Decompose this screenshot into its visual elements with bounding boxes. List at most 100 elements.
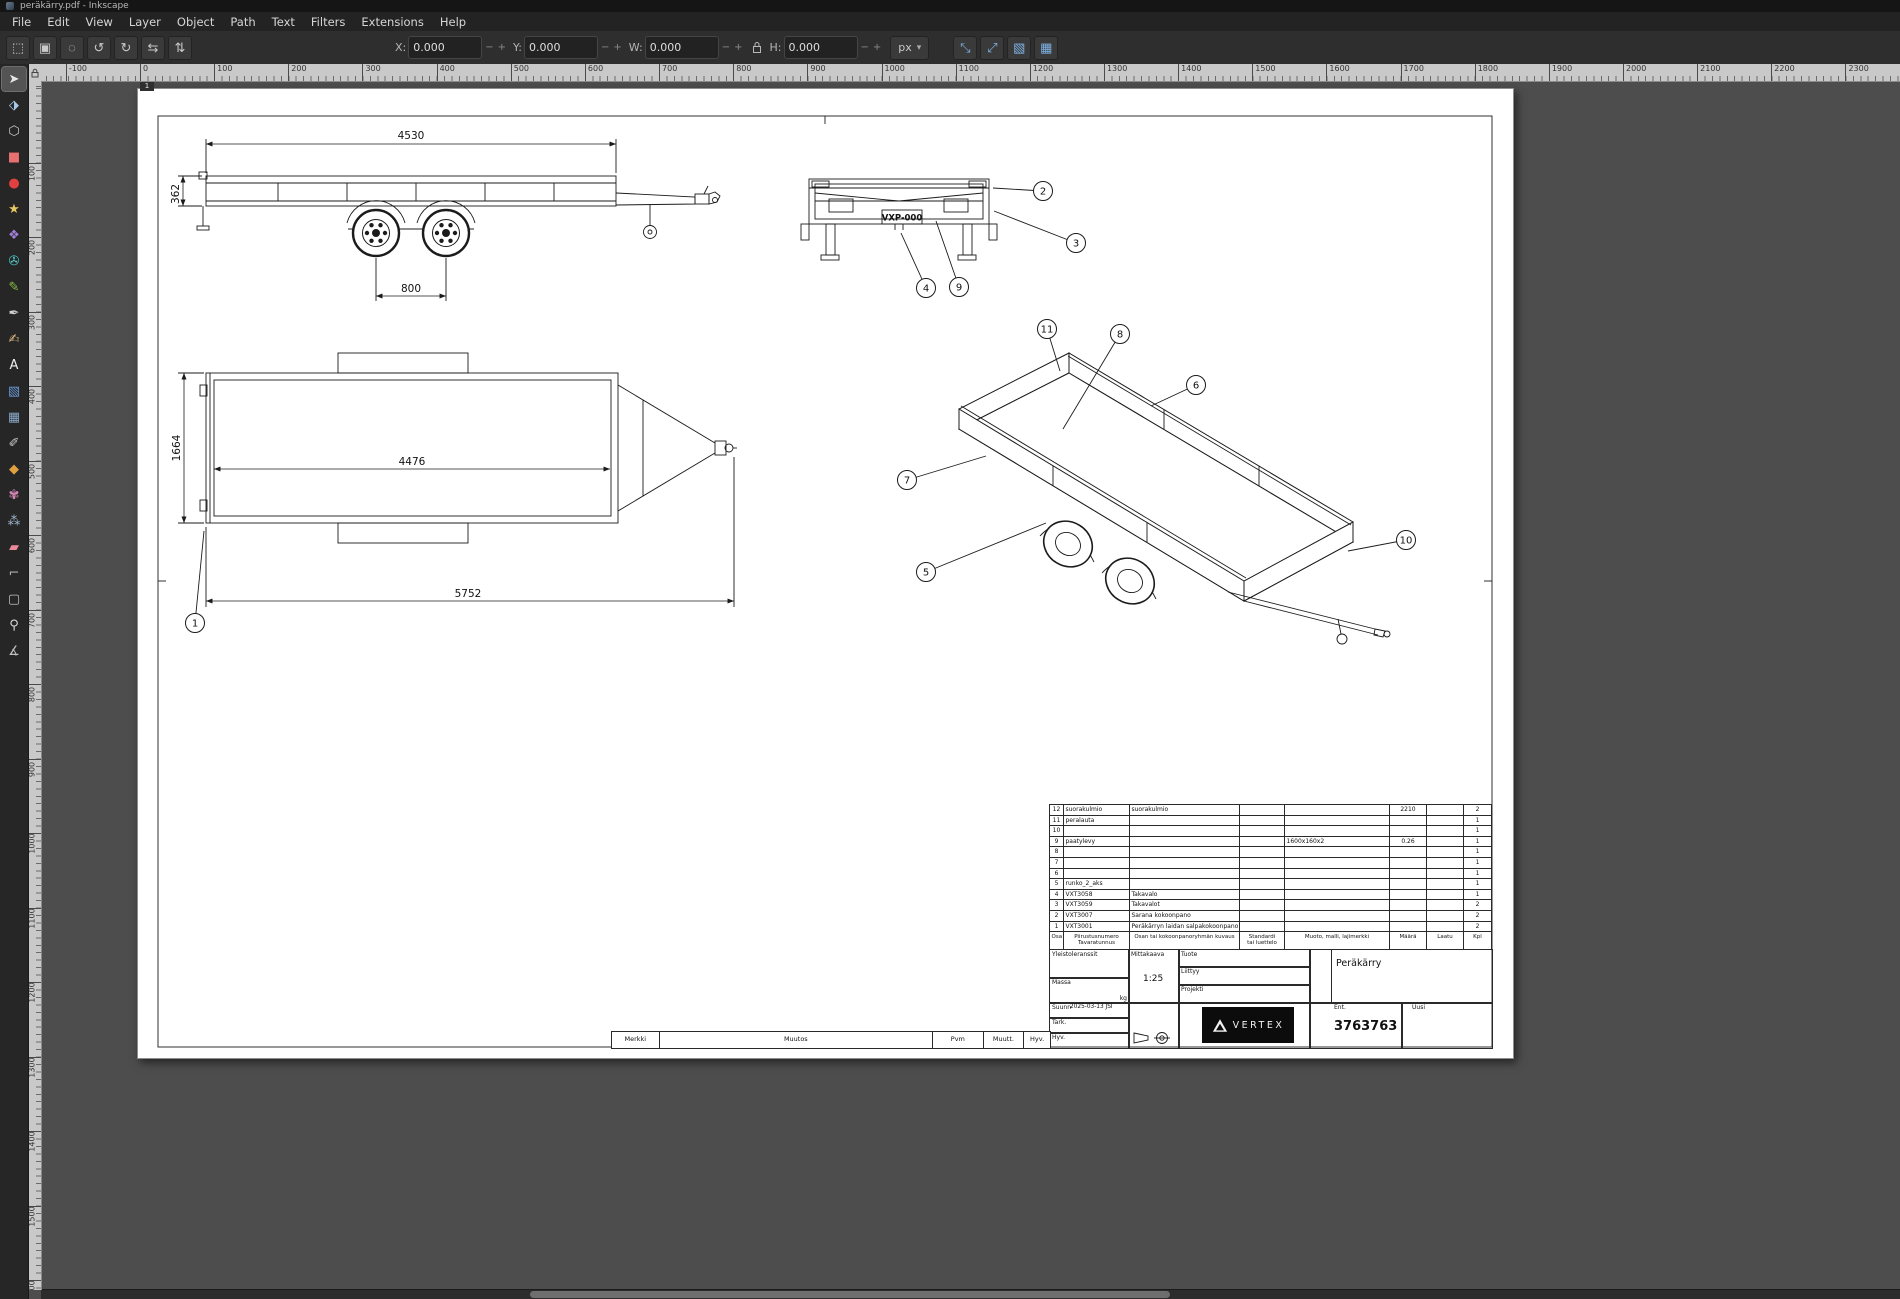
menu-item-text[interactable]: Text (264, 13, 303, 31)
ruler-origin-lock[interactable] (28, 64, 41, 81)
top-view[interactable]: 1664 4476 5752 (171, 353, 737, 607)
parts-table-row: 81 (1050, 847, 1492, 858)
parts-table-row: 9paatylevy1600x160x20.261 (1050, 837, 1492, 848)
node-tool[interactable]: ⬗ (2, 93, 26, 117)
y-spin-up-icon[interactable]: + (612, 42, 622, 53)
parts-table-cell (1285, 922, 1390, 933)
product-name: Peräkärry (1336, 958, 1381, 969)
calligraphy-tool[interactable]: ✍ (2, 327, 26, 351)
spray-tool[interactable]: ⁂ (2, 509, 26, 533)
menu-item-extensions[interactable]: Extensions (353, 13, 431, 31)
parts-table-cell: VXT3059 (1064, 900, 1130, 911)
vruler-minor-ticks (36, 81, 41, 1290)
x-spin-down-icon[interactable]: − (484, 42, 494, 53)
w-spin-down-icon[interactable]: − (721, 42, 731, 53)
select-all-button[interactable]: ⬚ (6, 36, 30, 60)
eraser-tool-icon: ▰ (9, 540, 19, 555)
scale-stroke-button[interactable]: ⤡ (953, 36, 977, 60)
tweak-tool[interactable]: ✾ (2, 483, 26, 507)
parts-table-cell: 7 (1050, 858, 1064, 869)
dropper-tool[interactable]: ✐ (2, 431, 26, 455)
menu-item-file[interactable]: File (4, 13, 39, 31)
parts-table-row: 4VXT3058Takavalo1 (1050, 890, 1492, 901)
callout-number: 2 (1040, 187, 1046, 198)
parts-table-cell (1390, 911, 1427, 922)
rotate-cw-button[interactable]: ↻ (114, 36, 138, 60)
menu-item-filters[interactable]: Filters (303, 13, 353, 31)
selector-tool[interactable]: ➤ (2, 67, 26, 91)
menu-item-help[interactable]: Help (432, 13, 474, 31)
parts-table-cell (1285, 826, 1390, 837)
document-page[interactable]: 4530 362 800 (137, 88, 1514, 1059)
hyv-label: Hyv. (1052, 1034, 1065, 1041)
page-tool[interactable]: ▢ (2, 587, 26, 611)
w-spin-up-icon[interactable]: + (733, 42, 743, 53)
mesh-gradient-tool[interactable]: ▦ (2, 405, 26, 429)
lock-ratio-button[interactable] (750, 41, 764, 54)
ruler-tick: 200 (28, 237, 41, 238)
y-input[interactable] (524, 36, 598, 59)
canvas[interactable]: 1 (41, 81, 1900, 1290)
rotate-ccw-button[interactable]: ↺ (87, 36, 111, 60)
horizontal-scrollbar-thumb[interactable] (530, 1291, 1170, 1298)
parts-table-cell (1390, 816, 1427, 827)
scale-patterns-icon: ▦ (1040, 37, 1052, 59)
eraser-tool[interactable]: ▰ (2, 535, 26, 559)
h-spin-up-icon[interactable]: + (872, 42, 882, 53)
spiral-tool[interactable]: ✇ (2, 249, 26, 273)
title-block[interactable]: 12suorakulmiosuorakulmio2210211peralauta… (1049, 804, 1492, 1047)
text-tool[interactable]: A (2, 353, 26, 377)
h-spin-down-icon[interactable]: − (860, 42, 870, 53)
parts-table-cell (1064, 847, 1130, 858)
callout-number: 3 (1073, 239, 1079, 250)
connector-tool[interactable]: ⌐ (2, 561, 26, 585)
menu-item-edit[interactable]: Edit (39, 13, 77, 31)
gradient-tool[interactable]: ▧ (2, 379, 26, 403)
horizontal-scrollbar[interactable] (41, 1289, 1900, 1299)
deselect-button[interactable]: ◌ (60, 36, 84, 60)
callout-number: 1 (192, 619, 198, 630)
star-tool[interactable]: ★ (2, 197, 26, 221)
shape-builder-tool[interactable]: ⬡ (2, 119, 26, 143)
side-view[interactable]: 4530 362 800 (170, 130, 720, 301)
menu-item-layer[interactable]: Layer (121, 13, 169, 31)
measure-tool[interactable]: ∡ (2, 639, 26, 663)
menu-item-view[interactable]: View (78, 13, 121, 31)
select-all-icon: ⬚ (12, 37, 24, 59)
dim-width-top: 1664 (171, 434, 183, 461)
rear-view[interactable]: VXP-000 (801, 179, 997, 260)
x-spin-up-icon[interactable]: + (497, 42, 507, 53)
parts-table-cell (1390, 826, 1427, 837)
scale-corners-button[interactable]: ⤢ (980, 36, 1004, 60)
ellipse-tool[interactable]: ● (2, 171, 26, 195)
rect-tool[interactable]: ■ (2, 145, 26, 169)
select-same-button[interactable]: ▣ (33, 36, 57, 60)
w-input[interactable] (645, 36, 719, 59)
menu-item-object[interactable]: Object (169, 13, 222, 31)
scale-patterns-button[interactable]: ▦ (1034, 36, 1058, 60)
pencil-tool[interactable]: ✎ (2, 275, 26, 299)
flip-horizontal-button[interactable]: ⇆ (141, 36, 165, 60)
h-input[interactable] (784, 36, 858, 59)
box3d-tool-icon: ❖ (8, 228, 20, 243)
vertical-ruler[interactable]: 1002003004005006007008009001000110012001… (28, 81, 42, 1290)
y-field-label: Y: (513, 41, 522, 54)
projection-box (1128, 1002, 1180, 1049)
ruler-tick: 400 (28, 386, 41, 387)
scale-gradients-button[interactable]: ▧ (1007, 36, 1031, 60)
zoom-tool[interactable]: ⚲ (2, 613, 26, 637)
y-spin-down-icon[interactable]: − (600, 42, 610, 53)
unit-selector[interactable]: px ▾ (890, 36, 929, 60)
pen-tool[interactable]: ✒ (2, 301, 26, 325)
ent-box: Ent. 3763763 (1309, 1002, 1403, 1049)
uusi-box: Uusi (1401, 1002, 1493, 1049)
gradient-tool-icon: ▧ (8, 384, 20, 399)
paint-bucket-tool[interactable]: ◆ (2, 457, 26, 481)
isometric-view[interactable] (959, 353, 1390, 644)
x-input[interactable] (408, 36, 482, 59)
box3d-tool[interactable]: ❖ (2, 223, 26, 247)
horizontal-ruler[interactable]: -100010020030040050060070080090010001100… (41, 64, 1900, 82)
flip-vertical-button[interactable]: ⇅ (168, 36, 192, 60)
parts-table-cell (1390, 890, 1427, 901)
menu-item-path[interactable]: Path (222, 13, 263, 31)
